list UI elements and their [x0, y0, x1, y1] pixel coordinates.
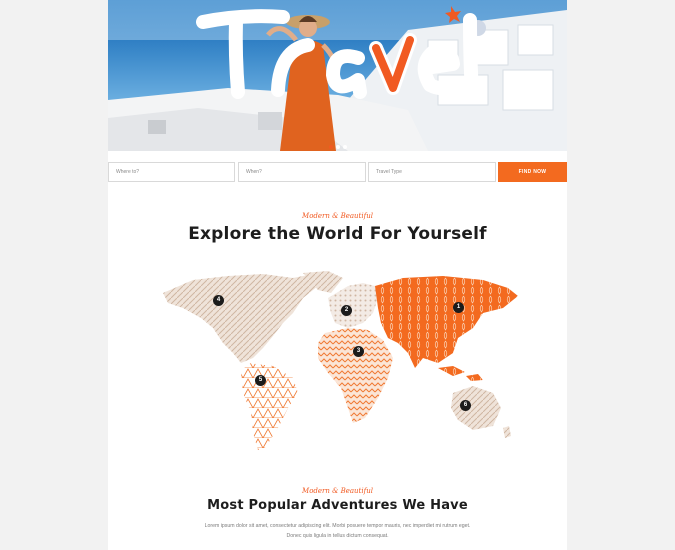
find-now-button[interactable]: FIND NOW [498, 162, 567, 182]
slider-dot[interactable] [342, 145, 347, 149]
section-eyebrow: Modern & Beautiful [302, 487, 373, 495]
section-title: Explore the World For Yourself [188, 224, 487, 244]
hero-image [108, 0, 567, 151]
map-marker-3[interactable]: 3 [353, 346, 364, 357]
page-content: Where to? When? Travel Type FIND NOW Mod… [108, 0, 567, 550]
map-marker-6[interactable]: 6 [460, 400, 471, 411]
section-eyebrow: Modern & Beautiful [302, 212, 373, 220]
slider-dot[interactable] [328, 145, 333, 149]
region-indonesia [438, 366, 483, 381]
slider-dot[interactable] [335, 145, 340, 149]
region-south-america [241, 363, 298, 450]
travel-type-placeholder: Travel Type [376, 169, 402, 175]
hero-slider[interactable] [108, 0, 567, 151]
where-field[interactable]: Where to? [108, 162, 235, 182]
world-map: 1 2 3 4 5 6 [153, 268, 523, 463]
region-europe [328, 283, 378, 328]
region-australia [451, 386, 501, 430]
section-description: Lorem ipsum dolor sit amet, consectetur … [108, 521, 567, 541]
region-africa [318, 328, 393, 423]
slider-dots [108, 136, 567, 149]
description-line: Donec quis ligula in tellus dictum conse… [286, 533, 389, 539]
section-title: Most Popular Adventures We Have [207, 498, 468, 513]
map-marker-5[interactable]: 5 [255, 375, 266, 386]
region-asia [375, 276, 518, 368]
map-marker-2[interactable]: 2 [341, 305, 352, 316]
map-marker-1[interactable]: 1 [453, 302, 464, 313]
where-placeholder: Where to? [116, 169, 140, 175]
when-field[interactable]: When? [238, 162, 366, 182]
description-line: Lorem ipsum dolor sit amet, consectetur … [204, 523, 471, 529]
search-form: Where to? When? Travel Type FIND NOW [108, 162, 567, 182]
when-placeholder: When? [246, 169, 262, 175]
travel-type-select[interactable]: Travel Type [368, 162, 496, 182]
map-marker-4[interactable]: 4 [213, 295, 224, 306]
world-map-graphic [163, 271, 518, 450]
region-north-america [163, 274, 318, 363]
